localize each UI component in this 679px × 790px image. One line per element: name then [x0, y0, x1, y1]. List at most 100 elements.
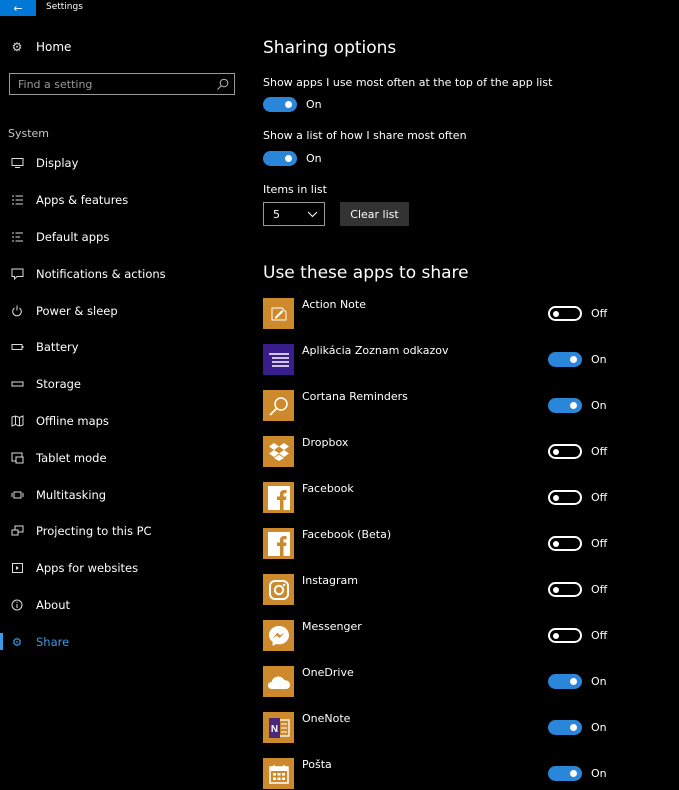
option-share-list-label: Show a list of how I share most often [263, 129, 467, 142]
app-toggle-state: Off [591, 491, 608, 504]
chevron-down-icon [307, 211, 318, 218]
cortana-search-icon [263, 390, 294, 421]
app-row-instagram: Instagram Off [263, 574, 679, 606]
sidebar-item-display[interactable]: Display [0, 145, 245, 182]
app-toggle[interactable] [548, 766, 582, 781]
sidebar-item-label: Projecting to this PC [36, 524, 152, 539]
app-toggle[interactable] [548, 582, 582, 597]
search-input[interactable]: Find a setting [9, 73, 235, 95]
sidebar-item-label: Multitasking [36, 487, 107, 502]
sidebar-item-tablet-mode[interactable]: Tablet mode [0, 439, 245, 476]
sidebar-item-label: Power & sleep [36, 303, 118, 318]
app-name: Cortana Reminders [302, 390, 408, 403]
sidebar-item-apps-websites[interactable]: Apps for websites [0, 550, 245, 587]
app-toggle[interactable] [548, 536, 582, 551]
notifications-icon [10, 267, 24, 281]
calendar-icon [263, 758, 294, 789]
app-toggle-state: Off [591, 583, 608, 596]
sharing-options-heading: Sharing options [263, 38, 397, 58]
sidebar-item-share[interactable]: ⚙ Share [0, 623, 245, 660]
nav-list: Display Apps & features Default apps Not… [0, 145, 245, 660]
share-list-toggle[interactable] [263, 151, 297, 166]
storage-icon [10, 377, 24, 391]
sidebar-item-label: Offline maps [36, 413, 109, 428]
back-button[interactable]: ← [0, 0, 36, 16]
sidebar-item-apps-features[interactable]: Apps & features [0, 182, 245, 219]
app-toggle[interactable] [548, 628, 582, 643]
sidebar-item-label: Tablet mode [36, 450, 107, 465]
title-bar: ← Settings [0, 0, 679, 16]
items-count-select[interactable]: 5 [263, 202, 325, 226]
sidebar-item-battery[interactable]: Battery [0, 329, 245, 366]
app-row-messenger: Messenger Off [263, 620, 679, 652]
messenger-icon [263, 620, 294, 651]
app-toggle[interactable] [548, 674, 582, 689]
facebook-beta-icon [263, 528, 294, 559]
app-name: OneNote [302, 712, 351, 725]
default-apps-icon [10, 230, 24, 244]
sidebar-item-projecting[interactable]: Projecting to this PC [0, 513, 245, 550]
app-toggle-state: On [591, 767, 607, 780]
onedrive-cloud-icon [263, 666, 294, 697]
sidebar-item-storage[interactable]: Storage [0, 366, 245, 403]
app-toggle-state: Off [591, 537, 608, 550]
app-toggle[interactable] [548, 352, 582, 367]
sidebar-item-multitasking[interactable]: Multitasking [0, 476, 245, 513]
home-link[interactable]: ⚙ Home [10, 40, 72, 54]
search-placeholder: Find a setting [18, 77, 93, 91]
reading-list-icon [263, 344, 294, 375]
app-toggle-state: On [591, 721, 607, 734]
sidebar-item-label: Battery [36, 340, 79, 355]
sidebar-item-about[interactable]: About [0, 587, 245, 624]
sidebar: ⚙ Home Find a setting System Display App… [0, 16, 245, 789]
sidebar-item-default-apps[interactable]: Default apps [0, 219, 245, 256]
sidebar-item-notifications[interactable]: Notifications & actions [0, 255, 245, 292]
section-label: System [8, 127, 50, 140]
home-gear-icon: ⚙ [11, 40, 23, 54]
tablet-mode-icon [10, 451, 24, 465]
app-name: Messenger [302, 620, 362, 633]
search-icon [217, 78, 229, 90]
app-row-cortana-reminders: Cortana Reminders On [263, 390, 679, 422]
top-apps-toggle-state: On [306, 98, 322, 111]
sidebar-item-power-sleep[interactable]: Power & sleep [0, 292, 245, 329]
items-in-list-label: Items in list [263, 183, 327, 196]
instagram-icon [263, 574, 294, 605]
app-name: Dropbox [302, 436, 349, 449]
app-row-zoznam-odkazov: Aplikácia Zoznam odkazov On [263, 344, 679, 376]
map-icon [10, 414, 24, 428]
app-name: OneDrive [302, 666, 354, 679]
app-row-onedrive: OneDrive On [263, 666, 679, 698]
app-row-posta: Pošta On [263, 758, 679, 790]
power-icon [10, 304, 24, 318]
app-name: Action Note [302, 298, 366, 311]
action-note-icon [263, 298, 294, 329]
top-apps-toggle[interactable] [263, 97, 297, 112]
clear-list-button[interactable]: Clear list [340, 202, 409, 226]
sidebar-item-label: Display [36, 156, 79, 171]
sidebar-item-label: Share [36, 634, 70, 649]
use-apps-heading: Use these apps to share [263, 263, 469, 283]
apps-features-icon [10, 193, 24, 207]
sidebar-item-label: About [36, 597, 71, 612]
sidebar-item-label: Storage [36, 377, 81, 392]
sidebar-item-label: Apps for websites [36, 561, 139, 576]
app-name: Instagram [302, 574, 358, 587]
projecting-icon [10, 524, 24, 538]
app-row-onenote: N OneNote On [263, 712, 679, 744]
app-toggle[interactable] [548, 444, 582, 459]
app-row-action-note: Action Note Off [263, 298, 679, 330]
share-list-toggle-state: On [306, 152, 322, 165]
app-toggle[interactable] [548, 720, 582, 735]
facebook-icon [263, 482, 294, 513]
app-toggle[interactable] [548, 398, 582, 413]
app-name: Pošta [302, 758, 332, 771]
app-toggle[interactable] [548, 306, 582, 321]
app-toggle-state: Off [591, 307, 608, 320]
app-toggle[interactable] [548, 490, 582, 505]
home-label: Home [36, 40, 72, 54]
sidebar-item-label: Notifications & actions [36, 266, 166, 281]
info-icon [10, 598, 24, 612]
sidebar-item-offline-maps[interactable]: Offline maps [0, 403, 245, 440]
multitasking-icon [10, 488, 24, 502]
